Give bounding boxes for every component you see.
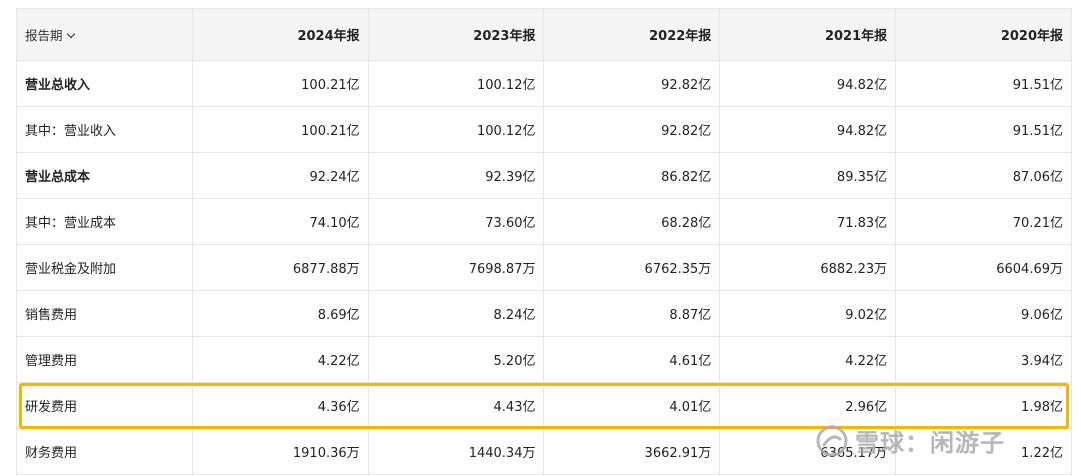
table-cell: 1.22亿 xyxy=(895,428,1072,475)
table-cell: 1.98亿 xyxy=(895,382,1072,429)
table-cell: 4.01亿 xyxy=(543,382,721,429)
table-row: 财务费用 1910.36万 1440.34万 3662.91万 6365.17万… xyxy=(16,428,1072,475)
table-cell: 73.60亿 xyxy=(367,198,545,245)
table-cell: 8.87亿 xyxy=(543,290,721,337)
table-cell: 92.24亿 xyxy=(191,152,369,199)
table-cell: 6604.69万 xyxy=(895,244,1072,291)
table-cell: 92.82亿 xyxy=(543,106,721,153)
table-cell: 70.21亿 xyxy=(895,198,1072,245)
row-label: 其中：营业收入 xyxy=(16,106,193,153)
table-cell: 6762.35万 xyxy=(543,244,721,291)
column-header[interactable]: 2020年报 xyxy=(895,8,1072,61)
table-cell: 1910.36万 xyxy=(191,428,369,475)
table-cell: 4.43亿 xyxy=(367,382,545,429)
table-cell: 86.82亿 xyxy=(543,152,721,199)
column-header[interactable]: 2024年报 xyxy=(191,8,369,61)
table-header-row: 报告期 2024年报 2023年报 2022年报 2021年报 2020年报 xyxy=(16,8,1072,61)
table-cell: 91.51亿 xyxy=(895,106,1072,153)
row-label: 其中：营业成本 xyxy=(16,198,193,245)
table-row: 营业税金及附加 6877.88万 7698.87万 6762.35万 6882.… xyxy=(16,244,1072,291)
table-cell: 89.35亿 xyxy=(719,152,897,199)
table-cell: 7698.87万 xyxy=(367,244,545,291)
table-cell: 74.10亿 xyxy=(191,198,369,245)
period-selector[interactable]: 报告期 xyxy=(16,8,193,61)
row-label: 财务费用 xyxy=(16,428,193,475)
table-row-highlighted: 研发费用 4.36亿 4.43亿 4.01亿 2.96亿 1.98亿 xyxy=(16,382,1072,429)
table-cell: 87.06亿 xyxy=(895,152,1072,199)
table-cell: 4.36亿 xyxy=(191,382,369,429)
table-cell: 92.39亿 xyxy=(367,152,545,199)
table-cell: 3.94亿 xyxy=(895,336,1072,383)
table-cell: 100.12亿 xyxy=(367,60,545,107)
row-label: 销售费用 xyxy=(16,290,193,337)
table-cell: 68.28亿 xyxy=(543,198,721,245)
table-cell: 3662.91万 xyxy=(543,428,721,475)
table-cell: 94.82亿 xyxy=(719,106,897,153)
table-row: 其中：营业成本 74.10亿 73.60亿 68.28亿 71.83亿 70.2… xyxy=(16,198,1072,245)
table-cell: 4.22亿 xyxy=(719,336,897,383)
table-cell: 9.02亿 xyxy=(719,290,897,337)
table-cell: 100.12亿 xyxy=(367,106,545,153)
table-cell: 94.82亿 xyxy=(719,60,897,107)
table-cell: 71.83亿 xyxy=(719,198,897,245)
table-cell: 6365.17万 xyxy=(719,428,897,475)
table-cell: 9.06亿 xyxy=(895,290,1072,337)
table-row: 营业总成本 92.24亿 92.39亿 86.82亿 89.35亿 87.06亿 xyxy=(16,152,1072,199)
table-cell: 8.24亿 xyxy=(367,290,545,337)
table-cell: 8.69亿 xyxy=(191,290,369,337)
table-cell: 1440.34万 xyxy=(367,428,545,475)
financial-table: 报告期 2024年报 2023年报 2022年报 2021年报 2020年报 营… xyxy=(16,8,1072,475)
table-cell: 92.82亿 xyxy=(543,60,721,107)
table-cell: 100.21亿 xyxy=(191,106,369,153)
column-header[interactable]: 2023年报 xyxy=(367,8,545,61)
table-cell: 4.61亿 xyxy=(543,336,721,383)
table-cell: 5.20亿 xyxy=(367,336,545,383)
column-header[interactable]: 2022年报 xyxy=(543,8,721,61)
period-selector-label: 报告期 xyxy=(25,28,63,43)
table-cell: 4.22亿 xyxy=(191,336,369,383)
table-cell: 91.51亿 xyxy=(895,60,1072,107)
row-label: 管理费用 xyxy=(16,336,193,383)
table-row: 营业总收入 100.21亿 100.12亿 92.82亿 94.82亿 91.5… xyxy=(16,60,1072,107)
row-label: 营业总收入 xyxy=(16,60,193,107)
row-label: 研发费用 xyxy=(16,382,193,429)
table-cell: 6882.23万 xyxy=(719,244,897,291)
table-row: 其中：营业收入 100.21亿 100.12亿 92.82亿 94.82亿 91… xyxy=(16,106,1072,153)
table-cell: 100.21亿 xyxy=(191,60,369,107)
column-header[interactable]: 2021年报 xyxy=(719,8,897,61)
chevron-down-icon xyxy=(66,29,75,39)
row-label: 营业总成本 xyxy=(16,152,193,199)
table-cell: 6877.88万 xyxy=(191,244,369,291)
table-row: 管理费用 4.22亿 5.20亿 4.61亿 4.22亿 3.94亿 xyxy=(16,336,1072,383)
table-cell: 2.96亿 xyxy=(719,382,897,429)
row-label: 营业税金及附加 xyxy=(16,244,193,291)
table-row: 销售费用 8.69亿 8.24亿 8.87亿 9.02亿 9.06亿 xyxy=(16,290,1072,337)
